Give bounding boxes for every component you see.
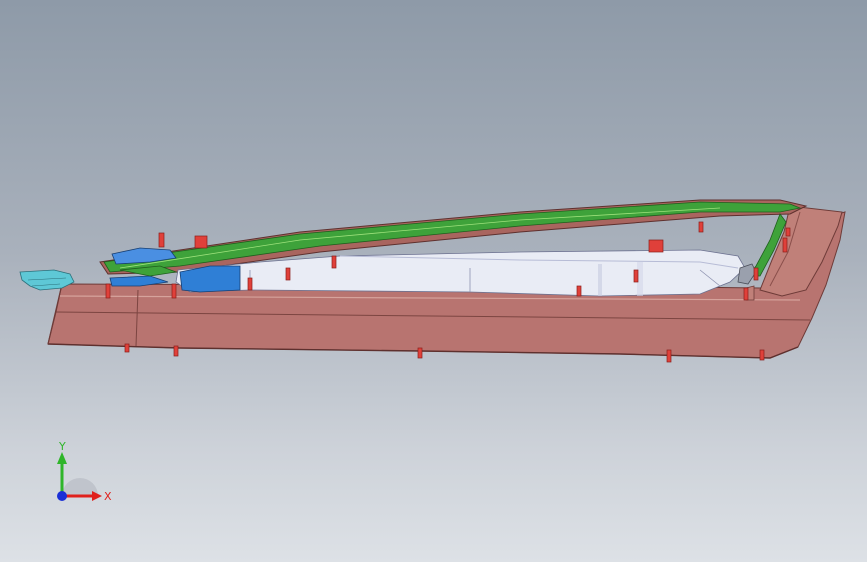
- cad-viewport[interactable]: Y X: [0, 0, 867, 562]
- y-axis-arrow: [57, 452, 67, 464]
- 3d-model-view[interactable]: [0, 0, 867, 562]
- y-axis-label: Y: [58, 440, 66, 453]
- x-axis-label: X: [104, 490, 112, 503]
- z-axis-dot: [57, 491, 67, 501]
- orientation-triad: Y X: [57, 440, 112, 503]
